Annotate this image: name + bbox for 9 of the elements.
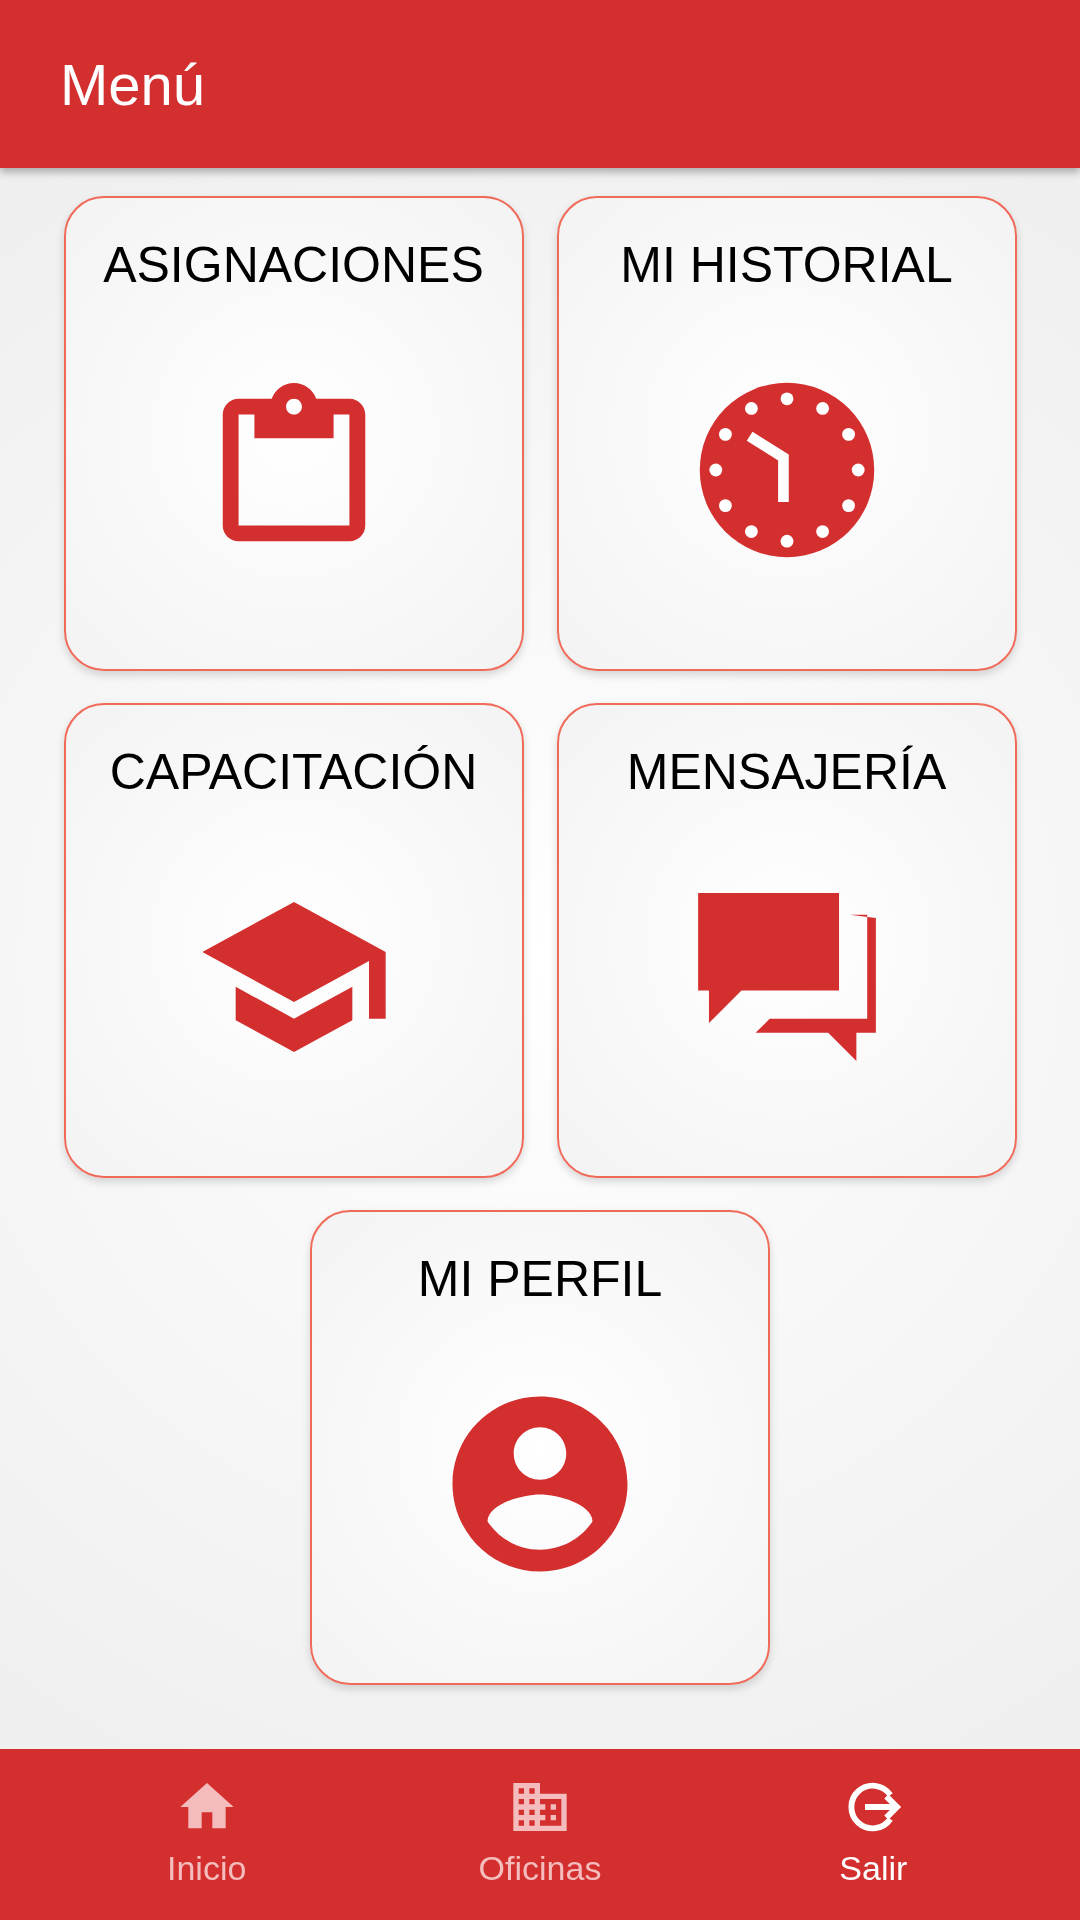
nav-tab[interactable]: Salir (753, 1775, 994, 1894)
menu-tile[interactable]: MENSAJERÍA (556, 703, 1017, 1178)
menu-tile[interactable]: ASIGNACIONES (63, 196, 524, 671)
menu-tile[interactable]: MI PERFIL (310, 1210, 770, 1685)
menu-tile[interactable]: MI HISTORIAL (556, 196, 1017, 671)
chat-bubbles-icon (697, 892, 876, 1061)
clock-icon (697, 380, 876, 559)
menu-tile[interactable]: CAPACITACIÓN (63, 703, 524, 1178)
app-bar-title: Menú (60, 50, 206, 119)
